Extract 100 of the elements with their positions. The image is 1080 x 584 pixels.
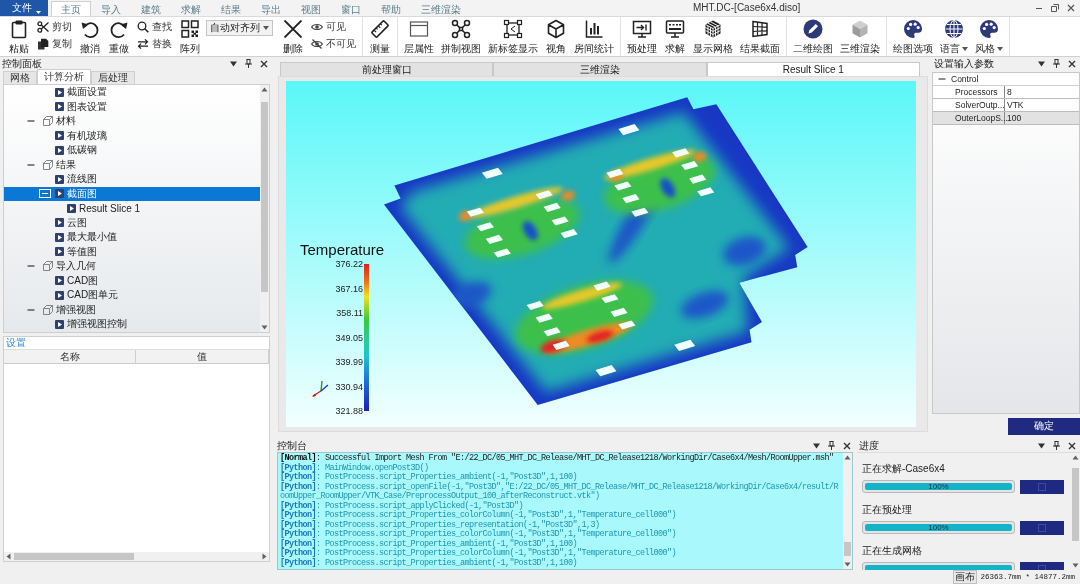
tree-item[interactable]: 导入几何 xyxy=(4,259,260,274)
ribbon-button[interactable]: 不可见 xyxy=(309,37,358,51)
ribbon-tab[interactable]: 主页 xyxy=(51,1,91,16)
ribbon-button[interactable]: 替换 xyxy=(135,37,174,51)
ribbon-button[interactable]: 绘图选项 xyxy=(891,17,935,56)
close-icon[interactable] xyxy=(260,59,268,68)
scroll-up-icon[interactable] xyxy=(1071,453,1080,462)
property-row[interactable]: SolverOutp... VTK xyxy=(933,99,1079,112)
ribbon-tab[interactable]: 导出 xyxy=(251,1,291,16)
ribbon-button[interactable]: 阵列 xyxy=(177,17,203,56)
ribbon-tab[interactable]: 结果 xyxy=(211,1,251,16)
tree-item[interactable]: 截面图 xyxy=(4,186,260,201)
panel-tab[interactable]: 网格 xyxy=(3,71,37,84)
ribbon-button[interactable]: 新标签显示 xyxy=(486,17,540,56)
tree-item[interactable]: 流线图 xyxy=(4,172,260,187)
scrollbar-thumb[interactable] xyxy=(1072,467,1079,541)
tree-item[interactable]: 云图 xyxy=(4,215,260,230)
legend-tick-label: 330.94 xyxy=(335,381,363,392)
scrollbar-thumb[interactable] xyxy=(844,541,851,557)
document-tab[interactable]: 三维渲染 xyxy=(493,62,707,76)
ribbon-button[interactable]: 显示网格 xyxy=(691,17,735,56)
ribbon-tab[interactable]: 求解 xyxy=(171,1,211,16)
ribbon-tab[interactable]: 视图 xyxy=(291,1,331,16)
dropdown-arrow-icon[interactable] xyxy=(230,60,237,67)
ribbon-tab[interactable]: 窗口 xyxy=(331,1,371,16)
close-icon[interactable] xyxy=(1067,4,1075,12)
scroll-right-icon[interactable] xyxy=(260,552,269,561)
tree-item[interactable]: 材料 xyxy=(4,114,260,129)
pin-icon[interactable] xyxy=(828,441,835,450)
console-line: [Python]: PostProcess.script_Properties_representation(-1,"Post3D",1,3) xyxy=(280,520,600,530)
ribbon-button[interactable]: 二维绘图 xyxy=(791,17,835,56)
document-tab[interactable]: Result Slice 1 xyxy=(706,62,920,76)
ribbon-button[interactable]: 求解 xyxy=(662,17,688,56)
dropdown-arrow-icon[interactable] xyxy=(813,442,820,449)
ribbon-button[interactable]: 可见 xyxy=(309,20,358,34)
render-viewport[interactable]: Temperature 376.22 367.16 358.11 349.05 339.99 330.94 321.88 xyxy=(286,81,916,427)
tree-item[interactable]: Result Slice 1 xyxy=(4,201,260,216)
collapse-icon[interactable] xyxy=(938,75,946,83)
tree-item[interactable]: 结果 xyxy=(4,157,260,172)
ribbon-button[interactable]: 预处理 xyxy=(625,17,659,56)
ribbon-tab[interactable]: 建筑 xyxy=(131,1,171,16)
ribbon-button[interactable]: 房间统计 xyxy=(572,17,616,56)
scroll-up-icon[interactable] xyxy=(260,85,269,94)
ribbon-button[interactable]: 语言 xyxy=(938,17,970,56)
tree-item[interactable]: 增强视图 xyxy=(4,302,260,317)
ribbon-button[interactable]: 风格 xyxy=(973,17,1005,56)
component-cutout xyxy=(466,207,484,217)
property-group[interactable]: Control xyxy=(933,73,1079,86)
ribbon-button[interactable]: 测量 xyxy=(367,17,393,56)
panel-tab[interactable]: 后处理 xyxy=(91,71,135,84)
ribbon-button[interactable]: 拼制视图 xyxy=(439,17,483,56)
tree-item[interactable]: CAD图 xyxy=(4,273,260,288)
tree-item[interactable]: 低碳钢 xyxy=(4,143,260,158)
component-cutout xyxy=(485,234,503,244)
property-row[interactable]: Processors 8 xyxy=(933,86,1079,99)
panel-tab[interactable]: 计算分析 xyxy=(37,69,91,84)
ribbon-button[interactable]: 重做 xyxy=(106,17,132,56)
ribbon-button[interactable]: 粘贴 xyxy=(6,17,32,56)
close-icon[interactable] xyxy=(1068,441,1076,450)
scroll-down-icon[interactable] xyxy=(260,323,269,332)
ribbon-button[interactable]: 结果截面 xyxy=(738,17,782,56)
file-menu-button[interactable]: 文件 xyxy=(0,0,48,16)
pin-icon[interactable] xyxy=(245,59,252,68)
ribbon-button[interactable]: 剪切 xyxy=(35,20,74,34)
property-value[interactable]: 8 xyxy=(1005,86,1079,98)
tree-item[interactable]: 等值图 xyxy=(4,244,260,259)
tree-item[interactable]: 图表设置 xyxy=(4,99,260,114)
scrollbar-thumb[interactable] xyxy=(261,101,268,293)
tree-item[interactable]: CAD图单元 xyxy=(4,288,260,303)
dropdown-arrow-icon[interactable] xyxy=(1038,60,1045,67)
tree-item[interactable]: 有机玻璃 xyxy=(4,128,260,143)
dropdown-arrow-icon[interactable] xyxy=(1038,442,1045,449)
confirm-button[interactable]: 确定 xyxy=(1008,417,1080,435)
ribbon-button[interactable]: 查找 xyxy=(135,20,174,34)
collapse-icon[interactable] xyxy=(39,189,51,199)
pin-icon[interactable] xyxy=(1053,59,1060,68)
tree-item[interactable]: 增强视图控制 xyxy=(4,317,260,332)
close-icon[interactable] xyxy=(843,441,851,450)
ribbon-tab[interactable]: 三维渲染 xyxy=(411,1,471,16)
ribbon-button[interactable]: 视角 xyxy=(543,17,569,56)
pin-icon[interactable] xyxy=(1053,441,1060,450)
ribbon-button[interactable]: 层属性 xyxy=(402,17,436,56)
property-row[interactable]: OuterLoopS...100 xyxy=(933,112,1079,125)
ribbon-tab[interactable]: 帮助 xyxy=(371,1,411,16)
property-value[interactable]: VTK xyxy=(1005,99,1079,111)
scroll-left-icon[interactable] xyxy=(4,552,13,561)
dropdown[interactable]: 自动对齐列 xyxy=(206,20,273,36)
tree-item[interactable]: 最大最小值 xyxy=(4,230,260,245)
ribbon-button[interactable]: 撤消 xyxy=(77,17,103,56)
tree-item[interactable]: 截面设置 xyxy=(4,85,260,100)
ribbon-button[interactable]: 复制 xyxy=(35,37,74,51)
scroll-up-icon[interactable] xyxy=(843,453,852,462)
ribbon-button[interactable]: 删除 xyxy=(280,17,306,56)
ribbon-tab[interactable]: 导入 xyxy=(91,1,131,16)
restore-icon[interactable] xyxy=(1051,4,1059,12)
caret-icon xyxy=(263,26,269,30)
scrollbar-thumb[interactable] xyxy=(14,553,135,560)
document-tab[interactable]: 前处理窗口 xyxy=(280,62,494,76)
ribbon-button[interactable]: 三维渲染 xyxy=(838,17,882,56)
close-icon[interactable] xyxy=(1068,59,1076,68)
